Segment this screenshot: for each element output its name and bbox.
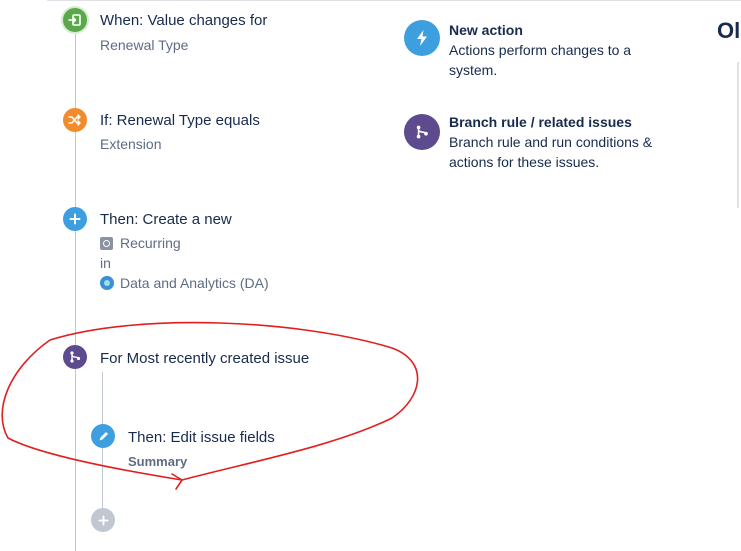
trigger-icon[interactable] bbox=[63, 8, 87, 32]
create-action-title[interactable]: Then: Create a new bbox=[100, 211, 232, 228]
issue-type-row: Recurring bbox=[100, 235, 181, 251]
add-component-button[interactable] bbox=[91, 508, 115, 532]
condition-value: Extension bbox=[100, 136, 162, 152]
pencil-icon[interactable] bbox=[91, 424, 115, 448]
new-action-description: Actions perform changes to a system. bbox=[449, 42, 632, 78]
trigger-field: Renewal Type bbox=[100, 37, 189, 53]
plus-icon[interactable] bbox=[63, 207, 87, 231]
edit-action-title[interactable]: Then: Edit issue fields bbox=[128, 429, 275, 446]
branch-title[interactable]: For Most recently created issue bbox=[100, 350, 309, 367]
lightning-icon[interactable] bbox=[404, 20, 440, 56]
trigger-title[interactable]: When: Value changes for bbox=[100, 12, 267, 29]
panel-scrollbar[interactable] bbox=[737, 62, 739, 208]
rule-timeline bbox=[75, 28, 76, 551]
branch-rule-description: Branch rule and run conditions & actions… bbox=[449, 134, 653, 170]
new-action-title[interactable]: New action bbox=[449, 22, 523, 38]
condition-title[interactable]: If: Renewal Type equals bbox=[100, 112, 260, 129]
project-label: Data and Analytics (DA) bbox=[120, 275, 269, 291]
edit-field-summary: Summary bbox=[128, 454, 188, 469]
project-row: Data and Analytics (DA) bbox=[100, 275, 269, 291]
top-divider bbox=[47, 0, 741, 1]
shuffle-icon[interactable] bbox=[63, 108, 87, 132]
branch-rule-title[interactable]: Branch rule / related issues bbox=[449, 114, 632, 130]
recurring-issue-type-icon bbox=[100, 236, 113, 250]
panel-heading-cut: Ol bbox=[717, 18, 741, 43]
project-avatar-icon bbox=[100, 276, 114, 290]
branch-icon[interactable] bbox=[63, 345, 87, 369]
in-label: in bbox=[100, 255, 111, 271]
issue-type-label: Recurring bbox=[120, 235, 181, 251]
plus-icon bbox=[97, 514, 109, 526]
branch-icon[interactable] bbox=[404, 114, 440, 150]
